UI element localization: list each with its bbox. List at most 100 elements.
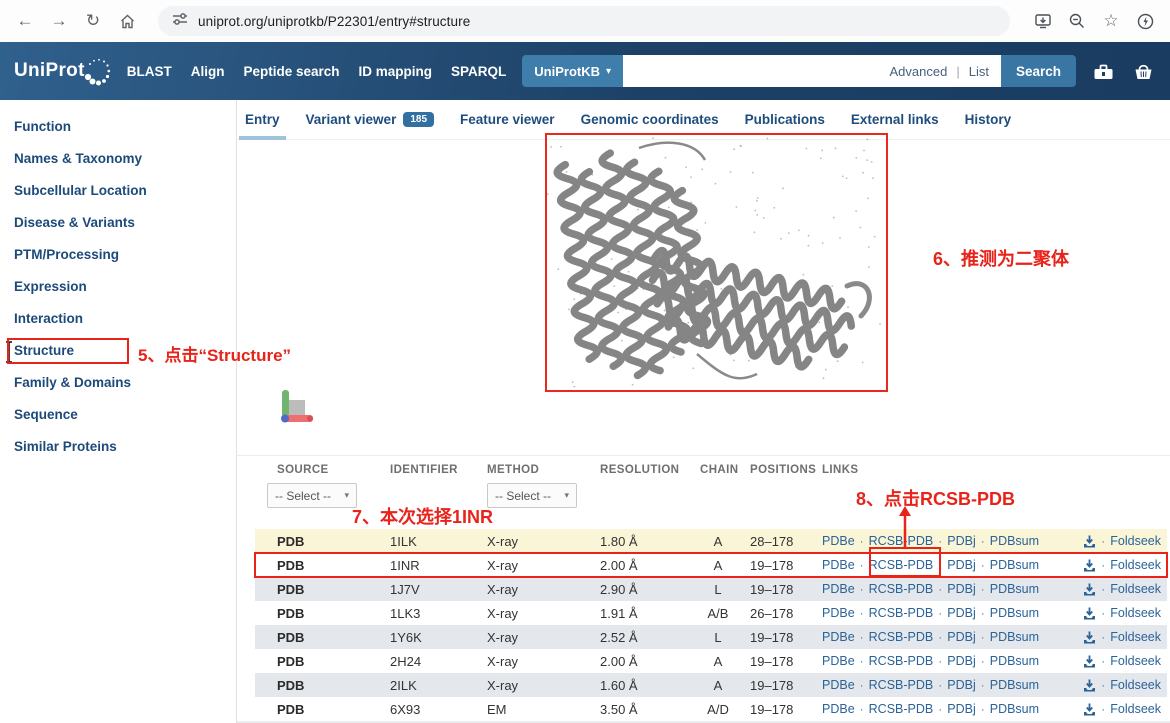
link-foldseek[interactable]: Foldseek (1110, 606, 1161, 620)
link-pdbj[interactable]: PDBj (947, 678, 975, 692)
download-icon[interactable] (1083, 607, 1096, 620)
download-icon[interactable] (1083, 655, 1096, 668)
download-icon[interactable] (1083, 703, 1096, 716)
link-pdbj[interactable]: PDBj (947, 558, 975, 572)
annotation-arrow-up (894, 505, 916, 551)
link-pdbsum[interactable]: PDBsum (990, 582, 1039, 596)
cell-identifier: 1LK3 (390, 606, 487, 621)
header-nav-link[interactable]: BLAST (127, 64, 172, 79)
link-pdbe[interactable]: PDBe (822, 702, 855, 716)
tab[interactable]: Feature viewer (460, 100, 555, 140)
link-pdbj[interactable]: PDBj (947, 630, 975, 644)
cell-positions: 19–178 (750, 582, 822, 597)
separator-dot: · (981, 630, 985, 644)
separator-dot: · (1101, 630, 1105, 644)
download-icon[interactable] (1083, 631, 1096, 644)
sidebar-item[interactable]: Family & Domains (0, 366, 236, 398)
back-icon[interactable]: ← (10, 6, 40, 36)
link-pdbsum[interactable]: PDBsum (990, 702, 1039, 716)
link-foldseek[interactable]: Foldseek (1110, 630, 1161, 644)
sidebar-item[interactable]: Sequence (0, 398, 236, 430)
bookmark-star-icon[interactable]: ☆ (1096, 6, 1126, 36)
method-filter-select[interactable]: -- Select -- ▾ (487, 483, 577, 508)
cell-chain: A/B (700, 606, 750, 621)
download-icon[interactable] (1083, 679, 1096, 692)
download-icon[interactable] (1083, 535, 1096, 548)
link-pdbsum[interactable]: PDBsum (990, 654, 1039, 668)
cell-links: PDBe · RCSB-PDB · PDBj · PDBsum (822, 534, 1167, 548)
extension-icon[interactable] (1130, 6, 1160, 36)
table-row: PDB 2ILK X-ray 1.60 Å A 19–178 PDBe · RC… (255, 673, 1167, 697)
link-pdbj[interactable]: PDBj (947, 534, 975, 548)
link-foldseek[interactable]: Foldseek (1110, 678, 1161, 692)
link-pdbj[interactable]: PDBj (947, 702, 975, 716)
link-pdbe[interactable]: PDBe (822, 582, 855, 596)
basket-icon[interactable] (1130, 59, 1156, 83)
search-button[interactable]: Search (1001, 55, 1076, 87)
link-pdbe[interactable]: PDBe (822, 534, 855, 548)
table-header-row: SOURCE IDENTIFIER METHOD RESOLUTION CHAI… (255, 461, 1167, 479)
sidebar-item[interactable]: Disease & Variants (0, 206, 236, 238)
separator-dot: · (938, 534, 942, 548)
forward-icon[interactable]: → (44, 6, 74, 36)
link-foldseek[interactable]: Foldseek (1110, 582, 1161, 596)
list-link[interactable]: List (969, 64, 989, 79)
link-pdbsum[interactable]: PDBsum (990, 606, 1039, 620)
link-rcsb-pdb[interactable]: RCSB-PDB (869, 606, 934, 620)
link-rcsb-pdb[interactable]: RCSB-PDB (869, 654, 934, 668)
namespace-dropdown[interactable]: UniProtKB ▾ (522, 55, 623, 87)
cell-positions: 19–178 (750, 702, 822, 717)
sidebar-item[interactable]: Function (0, 110, 236, 142)
link-rcsb-pdb[interactable]: RCSB-PDB (869, 678, 934, 692)
header-nav-link[interactable]: Peptide search (243, 64, 339, 79)
link-pdbj[interactable]: PDBj (947, 654, 975, 668)
download-icon[interactable] (1083, 583, 1096, 596)
link-rcsb-pdb[interactable]: RCSB-PDB (869, 582, 934, 596)
link-pdbsum[interactable]: PDBsum (990, 630, 1039, 644)
sidebar-item[interactable]: Expression (0, 270, 236, 302)
cell-links: PDBe · RCSB-PDB · PDBj · PDBsum (822, 654, 1167, 668)
separator-dot: · (938, 702, 942, 716)
toolbox-icon[interactable] (1090, 59, 1116, 83)
sidebar-item[interactable]: Subcellular Location (0, 174, 236, 206)
tracking-protection-icon[interactable] (172, 11, 188, 32)
link-foldseek[interactable]: Foldseek (1110, 534, 1161, 548)
tab[interactable]: History (965, 100, 1012, 140)
link-rcsb-pdb[interactable]: RCSB-PDB (869, 702, 934, 716)
home-icon[interactable] (112, 6, 142, 36)
header-nav-link[interactable]: ID mapping (359, 64, 433, 79)
link-pdbsum[interactable]: PDBsum (990, 678, 1039, 692)
sidebar-item[interactable]: Interaction (0, 302, 236, 334)
download-icon[interactable] (1083, 559, 1096, 572)
tab[interactable]: Entry (245, 100, 280, 140)
browser-toolbar: ← → ↻ uniprot.org/uniprotkb/P22301/entry… (0, 0, 1170, 42)
search-input[interactable] (635, 55, 880, 87)
table-body: PDB 1ILK X-ray 1.80 Å A 28–178 PDBe · RC… (255, 529, 1167, 721)
reload-icon[interactable]: ↻ (78, 6, 108, 36)
sidebar-item[interactable]: PTM/Processing (0, 238, 236, 270)
source-filter-select[interactable]: -- Select -- ▾ (267, 483, 357, 508)
address-bar[interactable]: uniprot.org/uniprotkb/P22301/entry#struc… (158, 6, 1010, 36)
link-foldseek[interactable]: Foldseek (1110, 654, 1161, 668)
link-pdbj[interactable]: PDBj (947, 582, 975, 596)
link-foldseek[interactable]: Foldseek (1110, 702, 1161, 716)
link-foldseek[interactable]: Foldseek (1110, 558, 1161, 572)
header-nav-link[interactable]: Align (191, 64, 225, 79)
link-pdbe[interactable]: PDBe (822, 678, 855, 692)
advanced-search-link[interactable]: Advanced (890, 64, 948, 79)
zoom-out-icon[interactable] (1062, 6, 1092, 36)
link-rcsb-pdb[interactable]: RCSB-PDB (869, 630, 934, 644)
sidebar-item[interactable]: Similar Proteins (0, 430, 236, 462)
link-pdbe[interactable]: PDBe (822, 630, 855, 644)
link-pdbe[interactable]: PDBe (822, 654, 855, 668)
link-pdbj[interactable]: PDBj (947, 606, 975, 620)
sidebar-item[interactable]: Names & Taxonomy (0, 142, 236, 174)
link-pdbe[interactable]: PDBe (822, 558, 855, 572)
header-nav-link[interactable]: SPARQL (451, 64, 506, 79)
link-pdbe[interactable]: PDBe (822, 606, 855, 620)
uniprot-logo[interactable]: UniProt (14, 54, 115, 88)
link-pdbsum[interactable]: PDBsum (990, 558, 1039, 572)
install-icon[interactable] (1028, 6, 1058, 36)
tab[interactable]: Variant viewer 185 (306, 100, 435, 140)
link-pdbsum[interactable]: PDBsum (990, 534, 1039, 548)
